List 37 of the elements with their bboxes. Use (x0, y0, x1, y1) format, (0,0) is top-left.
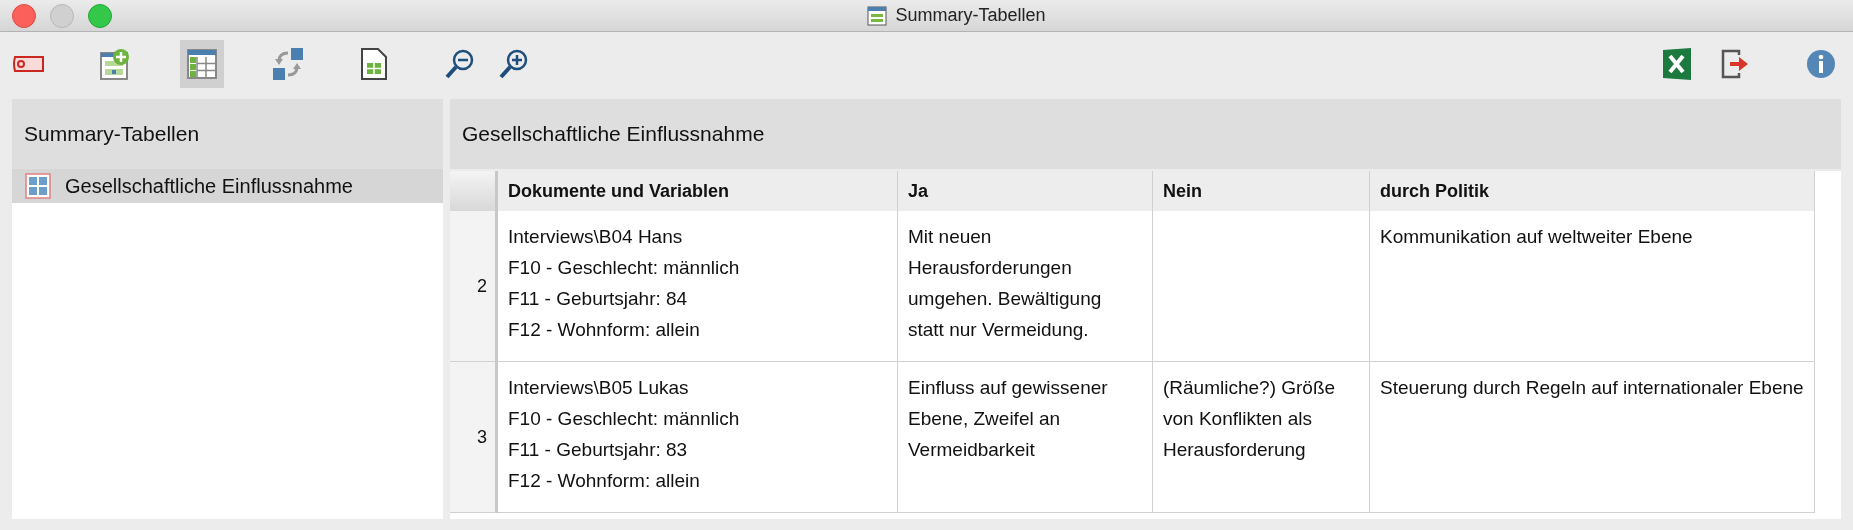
cell-text: Kommunikation auf weltweiter Ebene (1380, 226, 1693, 247)
sheet-icon (361, 48, 387, 80)
info-icon (1806, 49, 1836, 79)
cell-text: Mit neuen Herausforderungen umgehen. Bewältigung statt nur Vermeidung. (908, 226, 1102, 340)
column-header[interactable]: Nein (1152, 171, 1370, 211)
cell-text: (Räumliche?) Größe von Konflikten als Herausforderung (1163, 377, 1336, 460)
panel-title: Gesellschaftliche Einflussnahme (462, 122, 765, 146)
export-icon (1721, 49, 1749, 79)
table-icon (187, 49, 217, 79)
cell-text: Einfluss auf gewissener Ebene, Zweifel an Vermeidbarkeit (908, 377, 1108, 460)
table-button[interactable] (180, 40, 224, 88)
panel-title: Summary-Tabellen (24, 122, 200, 146)
close-button[interactable] (12, 3, 36, 28)
grid-icon (25, 173, 51, 199)
cell-text: F12 - Wohnform: allein (508, 469, 701, 493)
cell-text: F11 - Geburtsjahr: 83 (508, 438, 689, 462)
cell-text: Interviews\B04 Hans (508, 225, 684, 249)
table-corner (450, 171, 497, 211)
row-number: 2 (450, 211, 497, 362)
window-title: Summary-Tabellen (895, 5, 1046, 26)
column-header[interactable]: durch Politik (1369, 171, 1815, 211)
row-number: 3 (450, 361, 497, 513)
cell-text: Steuerung durch Regeln auf internationaler Ebene (1380, 377, 1804, 398)
zoom-button[interactable] (88, 3, 112, 28)
column-header[interactable]: Ja (897, 171, 1153, 211)
cell-text: F10 - Geschlecht: männlich (508, 407, 741, 431)
table-icon (867, 5, 888, 26)
cell-text: F10 - Geschlecht: männlich (508, 256, 741, 280)
zoom-out-icon (445, 48, 475, 80)
cell-text: F11 - Geburtsjahr: 84 (508, 287, 689, 311)
swap-icon (271, 47, 305, 81)
cell-text: Interviews\B05 Lukas (508, 376, 690, 400)
column-header[interactable]: Dokumente und Variablen (496, 171, 898, 211)
spreadsheet-x-icon (1662, 48, 1692, 80)
cell-text: F12 - Wohnform: allein (508, 318, 701, 342)
list-item[interactable]: Gesellschaftliche Einflussnahme (12, 169, 443, 203)
zoom-in-icon (499, 48, 529, 80)
